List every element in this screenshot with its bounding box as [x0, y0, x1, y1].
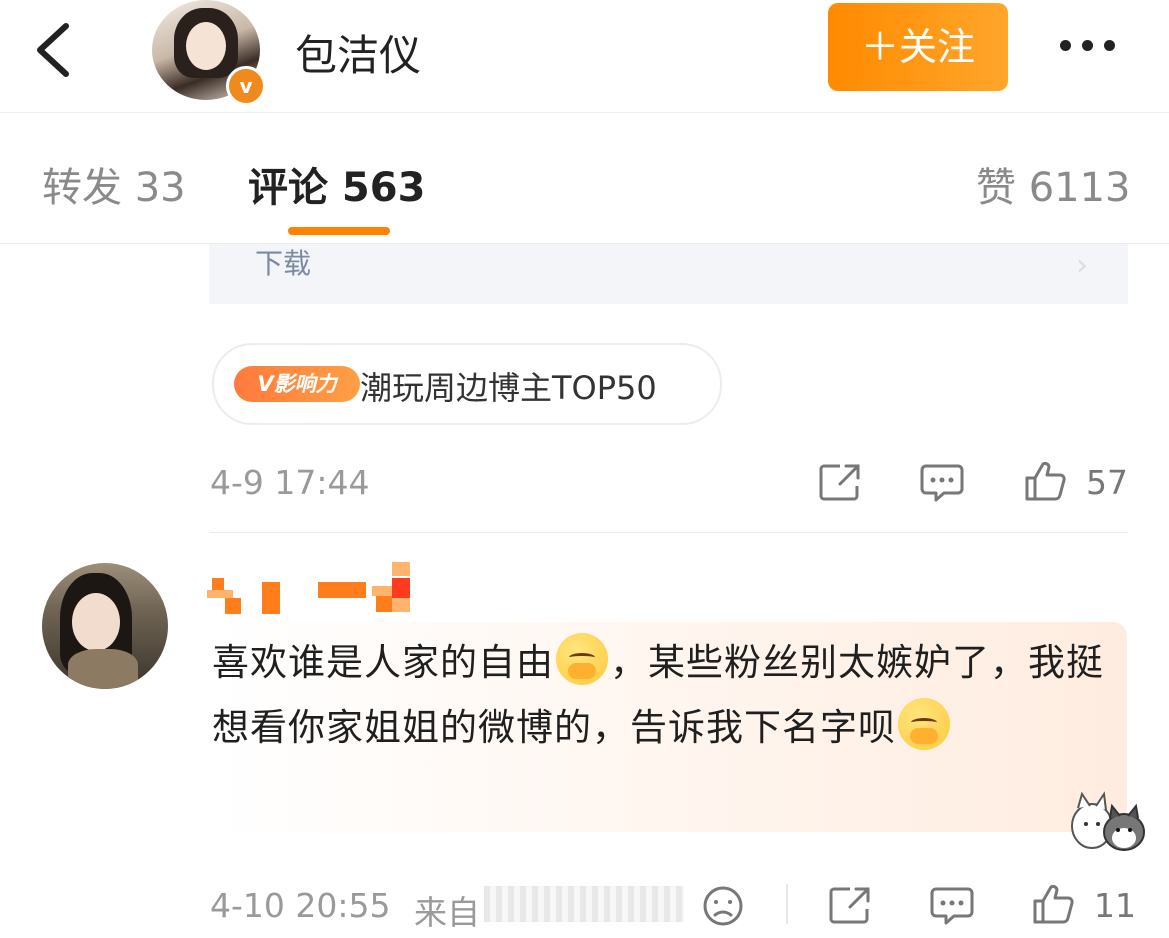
comment-text: 喜欢谁是人家的自由 ，某些粉丝别太嫉妒了，我挺想看你家姐姐的微博的，告诉我下名字呗 [212, 630, 1112, 760]
influence-text: 潮玩周边博主TOP50 [360, 369, 657, 407]
cat-dog-sticker-icon [1066, 784, 1148, 854]
share-icon[interactable] [828, 885, 872, 929]
tab-likes[interactable]: 赞 6113 [976, 155, 1131, 213]
comment-text-part1: 喜欢谁是人家的自由 [212, 641, 554, 684]
more-icon[interactable] [1060, 30, 1130, 60]
crying-face-emoji-icon [898, 698, 950, 750]
tab-comments[interactable]: 评论 563 [248, 155, 425, 213]
share-icon[interactable] [818, 462, 862, 506]
like-icon[interactable] [1032, 883, 1074, 929]
influence-badge: V影响力 [234, 366, 360, 402]
comment-icon[interactable] [920, 463, 964, 507]
verified-badge-icon: v [226, 66, 266, 106]
username[interactable]: 包洁仪 [295, 22, 421, 83]
follow-button[interactable]: ＋关注 [828, 3, 1008, 91]
like-icon[interactable] [1024, 460, 1066, 506]
post-timestamp: 4-9 17:44 [210, 463, 370, 502]
back-icon[interactable] [28, 20, 78, 80]
download-card-label: 下载 [255, 247, 312, 280]
active-tab-indicator [288, 227, 390, 235]
user-avatar[interactable]: v [152, 0, 266, 106]
tab-bar: 转发 33 评论 563 赞 6113 [0, 113, 1169, 244]
comment-timestamp: 4-10 20:55 [210, 886, 391, 925]
commenter-avatar[interactable] [42, 563, 168, 689]
comment-icon[interactable] [930, 886, 974, 930]
comment-source-prefix: 来自 [414, 893, 480, 932]
influence-tag[interactable]: V影响力 潮玩周边博主TOP50 [212, 343, 722, 425]
like-count: 57 [1086, 463, 1128, 502]
tab-reposts[interactable]: 转发 33 [42, 155, 186, 213]
source-device-redacted [484, 886, 684, 922]
chevron-right-icon: › [1076, 248, 1088, 283]
crying-face-emoji-icon [556, 633, 608, 685]
download-card[interactable]: 下载 › [209, 244, 1128, 304]
top-bar: v 包洁仪 ＋关注 [0, 0, 1169, 113]
divider [210, 532, 1128, 533]
emoji-reaction-icon[interactable] [702, 885, 744, 931]
separator [786, 884, 788, 924]
comment-like-count: 11 [1094, 886, 1136, 925]
